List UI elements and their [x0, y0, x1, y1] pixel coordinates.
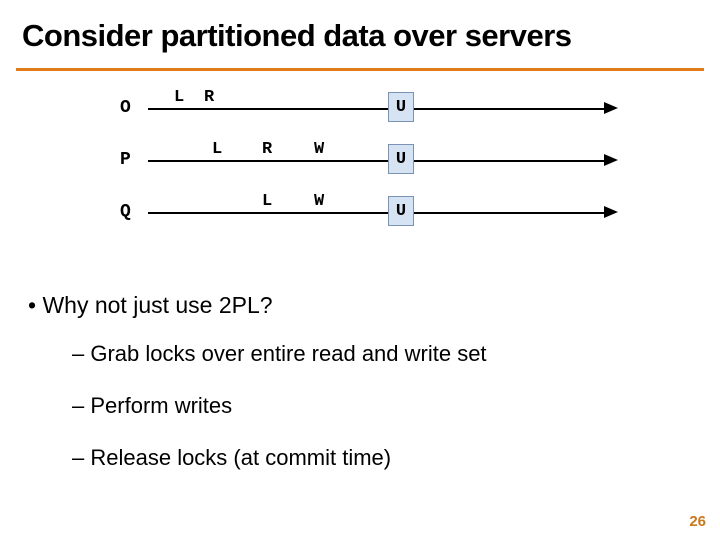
row-label-O: O: [120, 98, 131, 118]
event-Q-U: U: [388, 196, 414, 226]
bullet-sub2-text: Perform writes: [90, 393, 232, 418]
arrow-head-O: [604, 102, 618, 114]
arrow-Q: [148, 212, 604, 214]
event-P-W: W: [312, 140, 326, 159]
bullet-sub1: Grab locks over entire read and write se…: [72, 341, 678, 367]
event-P-U: U: [388, 144, 414, 174]
bullet-question-text: Why not just use 2PL?: [42, 292, 272, 318]
event-Q-W: W: [312, 192, 326, 211]
event-P-R: R: [260, 140, 274, 159]
arrow-head-Q: [604, 206, 618, 218]
bullet-sub3: Release locks (at commit time): [72, 445, 678, 471]
event-P-L: L: [210, 140, 224, 159]
arrow-P: [148, 160, 604, 162]
bullet-sub2: Perform writes: [72, 393, 678, 419]
event-O-L: L: [172, 88, 186, 107]
event-O-R: R: [202, 88, 216, 107]
slide: Consider partitioned data over servers O…: [0, 0, 720, 540]
event-Q-L: L: [260, 192, 274, 211]
arrow-O: [148, 108, 604, 110]
title-rule: [16, 68, 704, 71]
row-label-P: P: [120, 150, 131, 170]
arrow-head-P: [604, 154, 618, 166]
row-label-Q: Q: [120, 202, 131, 222]
bullet-sub3-text: Release locks (at commit time): [90, 445, 391, 470]
slide-title: Consider partitioned data over servers: [22, 18, 572, 54]
event-O-U: U: [388, 92, 414, 122]
body-text: Why not just use 2PL? Grab locks over en…: [28, 292, 678, 497]
bullet-question: Why not just use 2PL?: [28, 292, 678, 319]
timeline-diagram: O L R U P L R W U Q L W U: [120, 84, 640, 264]
bullet-sub1-text: Grab locks over entire read and write se…: [90, 341, 486, 366]
page-number: 26: [689, 513, 706, 530]
